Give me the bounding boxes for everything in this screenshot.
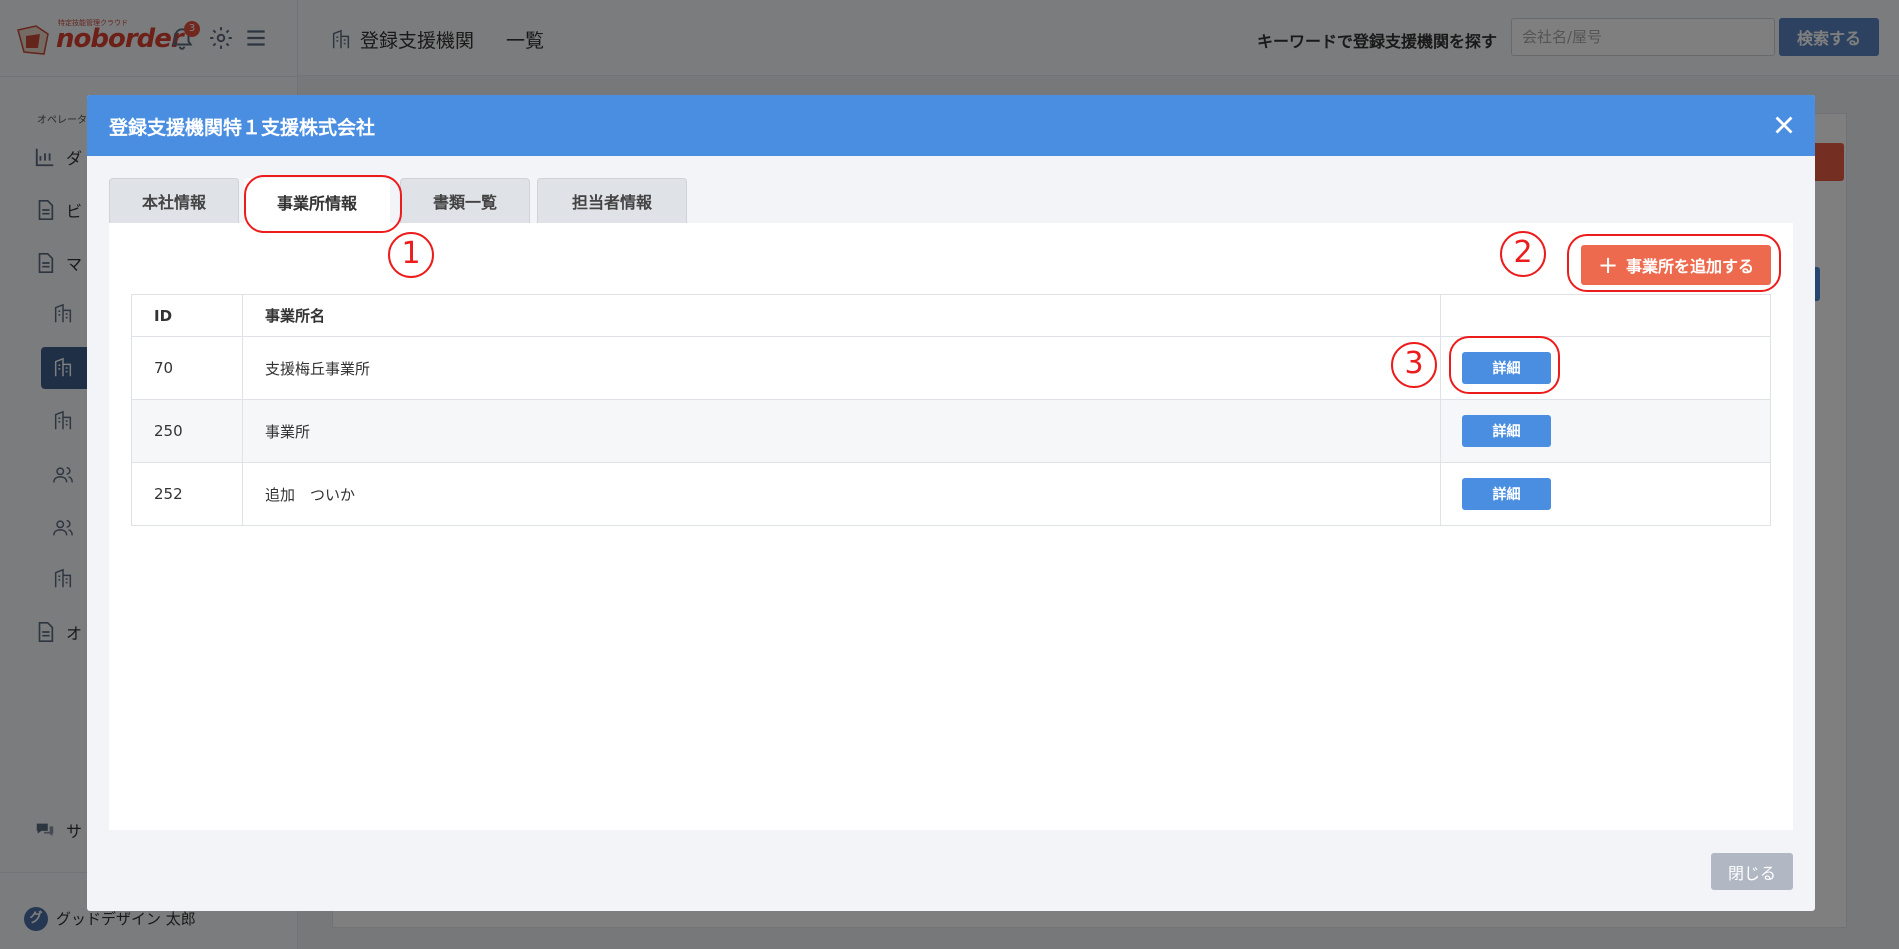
cell-action: 詳細 [1441, 400, 1770, 462]
tab-staff-info[interactable]: 担当者情報 [537, 178, 687, 223]
modal-header: 登録支援機関特１支援株式会社 [87, 95, 1815, 156]
annotation-number-2: 2 [1500, 231, 1546, 277]
detail-button[interactable]: 詳細 [1462, 478, 1551, 510]
office-table: ID 事業所名 70 支援梅丘事業所 詳細 250 事業所 詳細 252 追加 … [131, 294, 1771, 526]
column-header-name: 事業所名 [243, 295, 1441, 336]
cell-action: 詳細 [1441, 463, 1770, 525]
column-header-action [1441, 295, 1770, 336]
table-row: 252 追加 ついか 詳細 [132, 462, 1770, 525]
annotation-ring-detail [1449, 336, 1560, 394]
cell-name: 事業所 [243, 400, 1441, 462]
annotation-ring-add [1567, 234, 1781, 292]
cell-name: 追加 ついか [243, 463, 1441, 525]
tab-head-office[interactable]: 本社情報 [109, 178, 239, 223]
cell-id: 70 [132, 337, 243, 399]
close-button[interactable]: 閉じる [1711, 853, 1793, 890]
annotation-number-1: 1 [388, 232, 434, 278]
column-header-id: ID [132, 295, 243, 336]
annotation-ring-tab [244, 175, 402, 233]
annotation-number-3: 3 [1391, 342, 1437, 388]
cell-name: 支援梅丘事業所 [243, 337, 1441, 399]
table-header-row: ID 事業所名 [132, 295, 1770, 336]
cell-id: 250 [132, 400, 243, 462]
tab-documents[interactable]: 書類一覧 [400, 178, 530, 223]
table-row: 250 事業所 詳細 [132, 399, 1770, 462]
close-icon[interactable] [1769, 110, 1799, 140]
cell-id: 252 [132, 463, 243, 525]
detail-button[interactable]: 詳細 [1462, 415, 1551, 447]
modal-title: 登録支援機関特１支援株式会社 [109, 117, 376, 139]
